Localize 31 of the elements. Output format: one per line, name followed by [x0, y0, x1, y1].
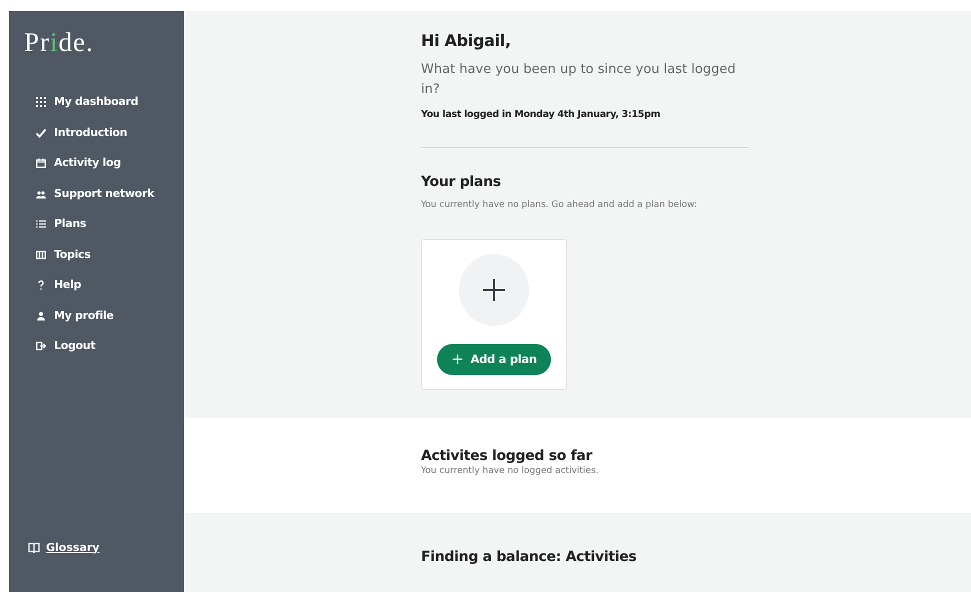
- check-icon: [36, 128, 46, 138]
- grid-icon: [36, 97, 46, 108]
- nav-item[interactable]: Introduction: [24, 124, 128, 141]
- list-icon: [36, 219, 46, 230]
- plans-heading: Your plans: [421, 174, 502, 191]
- balance-heading: Finding a balance: Activities: [421, 549, 638, 566]
- activities-heading: Activites logged so far: [421, 448, 594, 465]
- person-icon: [36, 310, 46, 321]
- help-icon: [36, 280, 46, 290]
- book-icon: [28, 542, 40, 554]
- nav-item[interactable]: Help: [24, 277, 82, 294]
- nav-item[interactable]: Logout: [24, 338, 96, 354]
- nav-item[interactable]: Topics: [24, 246, 91, 263]
- columns-icon: [36, 250, 46, 260]
- nav-item[interactable]: My dashboard: [24, 94, 138, 110]
- plans-message: You currently have no plans. Go ahead and add a plan below:: [421, 198, 698, 212]
- greeting-title: Hi Abigail,: [421, 31, 512, 50]
- activities-message: You currently have no logged activities.: [421, 464, 600, 478]
- plus-icon: [482, 278, 506, 302]
- nav-item[interactable]: Activity log: [24, 155, 121, 172]
- calendar-icon: [36, 158, 46, 168]
- glossary-link[interactable]: Glossary: [46, 540, 100, 556]
- add-plan-button[interactable]: + Add a plan: [437, 344, 551, 376]
- logo: Pride.: [24, 29, 94, 56]
- nav-item[interactable]: Plans: [24, 216, 86, 232]
- logout-icon: [36, 341, 46, 352]
- greeting-question: What have you been up to since you last logged in?: [421, 61, 737, 100]
- nav-item[interactable]: Support network: [24, 186, 154, 202]
- people-icon: [36, 188, 46, 199]
- nav-item[interactable]: My profile: [24, 308, 114, 324]
- last-login-text: You last logged in Monday 4th January, 3:15pm: [421, 108, 662, 122]
